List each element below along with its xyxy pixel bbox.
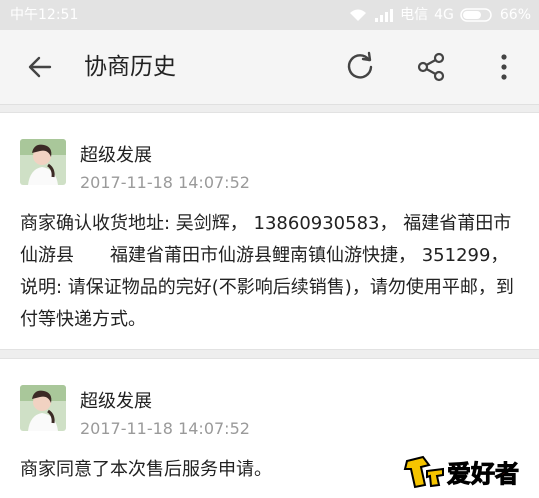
message-time: 2017-11-18 14:07:52 bbox=[80, 419, 250, 438]
message-card: 超级发展 2017-11-18 14:07:52 商家确认收货地址: 吴剑辉， … bbox=[0, 112, 539, 350]
watermark-logo: 爱好者 bbox=[403, 451, 529, 491]
toolbar: 协商历史 bbox=[0, 30, 539, 105]
more-vert-icon[interactable] bbox=[490, 50, 518, 84]
battery-icon bbox=[460, 8, 492, 22]
message-text: 商家确认收货地址: 吴剑辉， 13860930583， 福建省莆田市仙游县 福建… bbox=[20, 213, 514, 330]
status-time: 中午12:51 bbox=[10, 7, 79, 23]
status-bar: 中午12:51 电信 4G 66% bbox=[0, 0, 539, 30]
sender-name: 超级发展 bbox=[80, 391, 152, 412]
signal-icon bbox=[375, 9, 394, 22]
carrier-label: 电信 bbox=[400, 7, 429, 23]
message-time: 2017-11-18 14:07:52 bbox=[80, 173, 250, 192]
share-icon[interactable] bbox=[414, 50, 448, 84]
avatar bbox=[20, 385, 66, 431]
page-title: 协商历史 bbox=[84, 54, 176, 80]
refresh-icon[interactable] bbox=[343, 50, 377, 84]
svg-text:爱好者: 爱好者 bbox=[447, 460, 519, 488]
wifi-icon bbox=[350, 9, 367, 21]
status-icons: 电信 4G 66% bbox=[348, 0, 531, 30]
avatar bbox=[20, 139, 66, 185]
back-arrow-icon[interactable] bbox=[26, 53, 54, 81]
battery-level: 66% bbox=[499, 7, 531, 23]
network-label: 4G bbox=[434, 7, 454, 23]
sender-name: 超级发展 bbox=[80, 145, 152, 166]
